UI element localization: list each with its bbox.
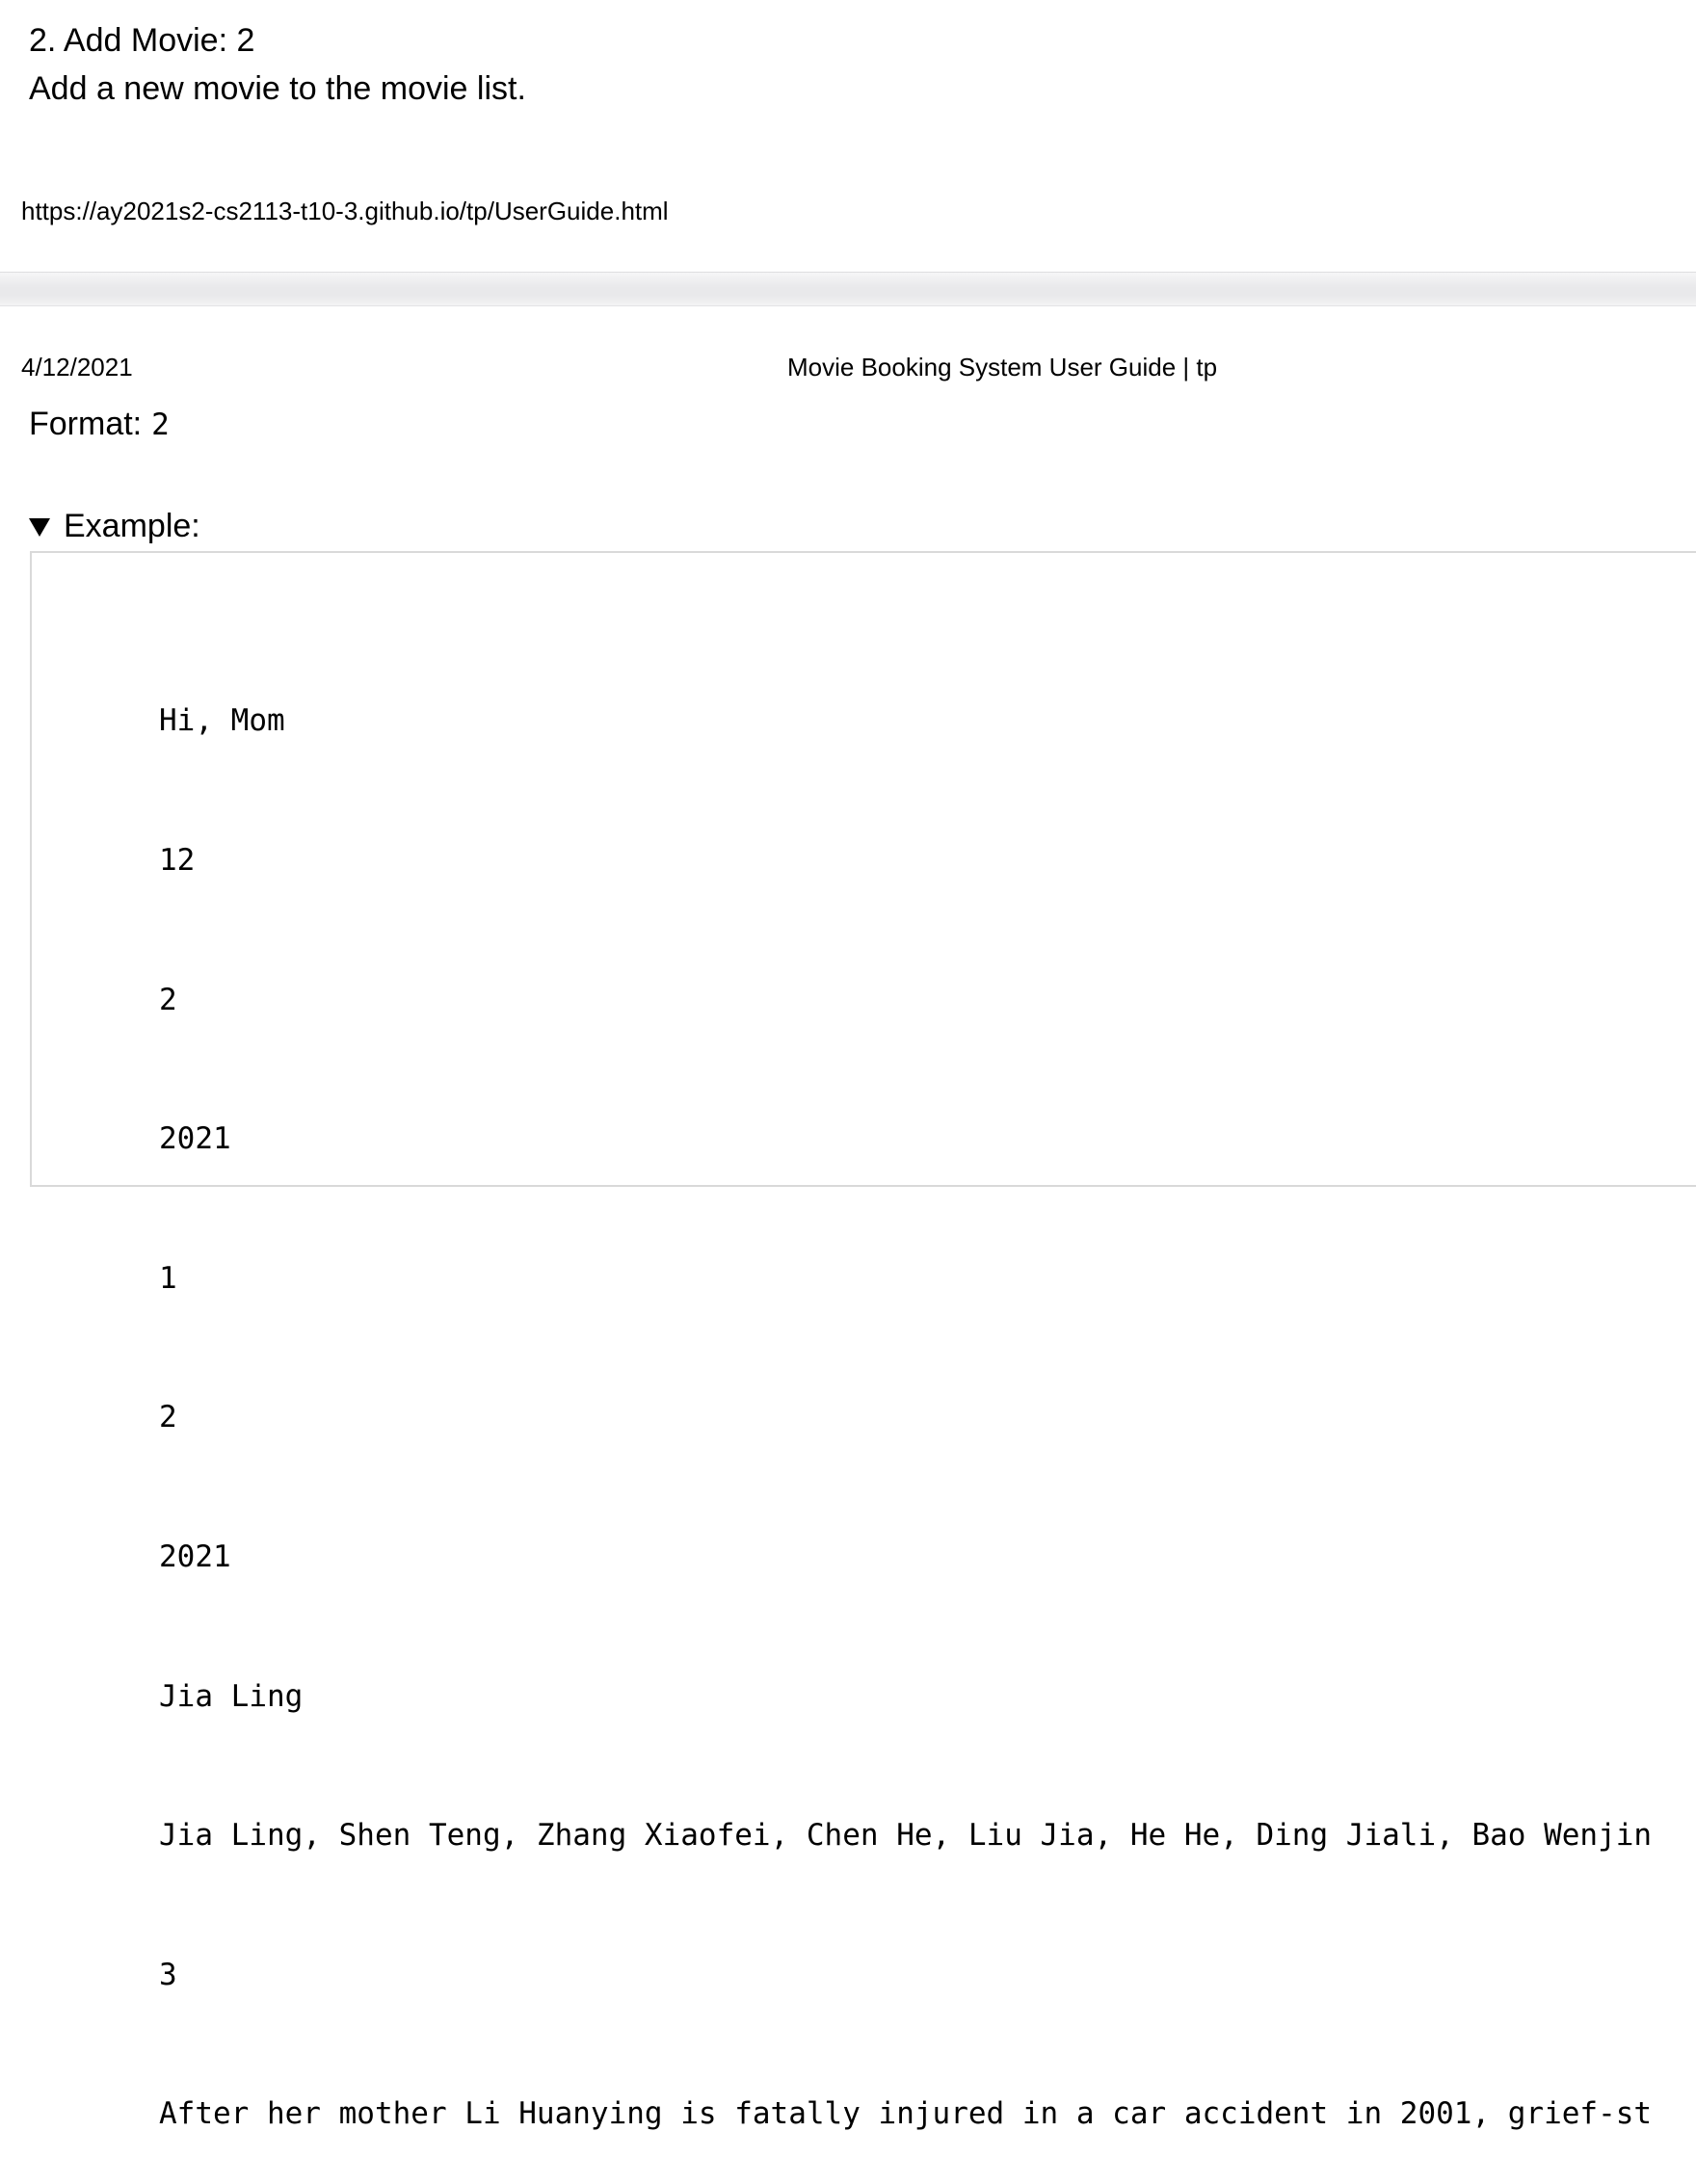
format-label: Format: [29, 406, 143, 442]
code-line: Hi, Mom [159, 703, 285, 739]
page-break-divider [0, 272, 1696, 306]
example-summary-label: Example: [64, 508, 200, 544]
code-line: 2 [159, 982, 177, 1017]
example-toggle[interactable]: Example: [29, 505, 200, 547]
page-url[interactable]: https://ay2021s2-cs2113-t10-3.github.io/… [21, 196, 669, 226]
code-line: 1 [159, 1260, 177, 1296]
print-date: 4/12/2021 [21, 353, 133, 382]
example-code-lines: Hi, Mom 12 2 2021 1 2 2021 Jia Ling Jia … [159, 605, 1652, 2184]
print-title: Movie Booking System User Guide | tp [787, 353, 1218, 382]
code-line: After her mother Li Huanying is fatally … [159, 2096, 1653, 2132]
code-line: 3 [159, 1957, 177, 1992]
code-line: Jia Ling [159, 1678, 304, 1714]
disclosure-triangle-icon [29, 517, 50, 537]
section-description: Add a new movie to the movie list. [29, 70, 526, 107]
code-line: 2021 [159, 1121, 231, 1157]
code-line: 2 [159, 1400, 177, 1435]
code-line: 12 [159, 843, 196, 878]
code-line: 2021 [159, 1539, 231, 1574]
code-line: Jia Ling, Shen Teng, Zhang Xiaofei, Chen… [159, 1818, 1653, 1854]
section-heading: 2. Add Movie: 2 [29, 22, 255, 59]
format-code: 2 [151, 408, 170, 442]
format-row: Format: 2 [29, 403, 170, 446]
